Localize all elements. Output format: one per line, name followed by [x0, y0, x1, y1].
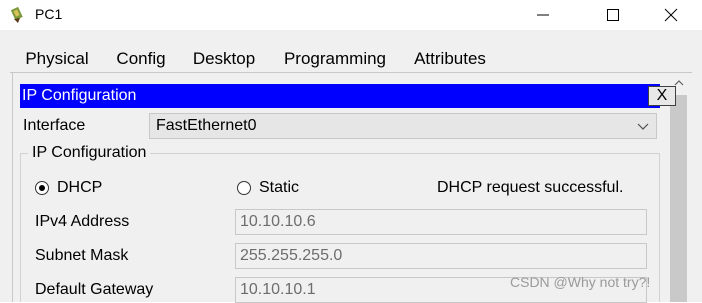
default-gateway-value: 10.10.10.1	[240, 281, 316, 298]
subnet-mask-value: 255.255.255.0	[240, 247, 343, 264]
close-app-button[interactable]: X	[648, 86, 676, 106]
packet-tracer-pc-icon	[10, 6, 28, 24]
ip-configuration-header: IP Configuration X	[20, 84, 676, 108]
dhcp-status-text: DHCP request successful.	[437, 179, 624, 196]
scrollbar-thumb[interactable]	[670, 95, 687, 302]
subnet-mask-field[interactable]: 255.255.255.0	[235, 243, 647, 269]
radio-selected-dot	[39, 185, 45, 191]
group-title: IP Configuration	[28, 144, 151, 162]
tab-config[interactable]: Config	[110, 46, 172, 72]
dhcp-radio[interactable]	[35, 181, 49, 195]
tab-physical[interactable]: Physical	[14, 46, 100, 72]
vertical-scrollbar[interactable]	[667, 73, 690, 302]
subnet-mask-label: Subnet Mask	[35, 247, 129, 264]
ipv4-address-label: IPv4 Address	[35, 213, 130, 230]
dhcp-radio-label[interactable]: DHCP	[57, 179, 102, 197]
close-icon[interactable]	[648, 0, 694, 30]
minimize-icon[interactable]	[520, 0, 566, 30]
tab-programming[interactable]: Programming	[276, 46, 394, 72]
title-bar: PC1	[0, 0, 702, 30]
ip-configuration-title: IP Configuration	[22, 87, 137, 104]
tab-attributes[interactable]: Attributes	[404, 46, 496, 72]
chevron-down-icon	[636, 119, 650, 133]
static-radio-label[interactable]: Static	[259, 179, 299, 197]
interface-select[interactable]: FastEthernet0	[149, 113, 657, 139]
ipv4-address-value: 10.10.10.6	[240, 213, 316, 230]
window-title: PC1	[35, 6, 63, 22]
interface-label: Interface	[23, 117, 86, 134]
tab-desktop[interactable]: Desktop	[178, 46, 270, 75]
static-radio[interactable]	[237, 181, 251, 195]
watermark: CSDN @Why not try?!	[510, 274, 651, 290]
interface-select-value: FastEthernet0	[156, 117, 257, 134]
ipv4-address-field[interactable]: 10.10.10.6	[235, 209, 647, 235]
maximize-icon[interactable]	[590, 0, 636, 30]
default-gateway-label: Default Gateway	[35, 281, 154, 298]
